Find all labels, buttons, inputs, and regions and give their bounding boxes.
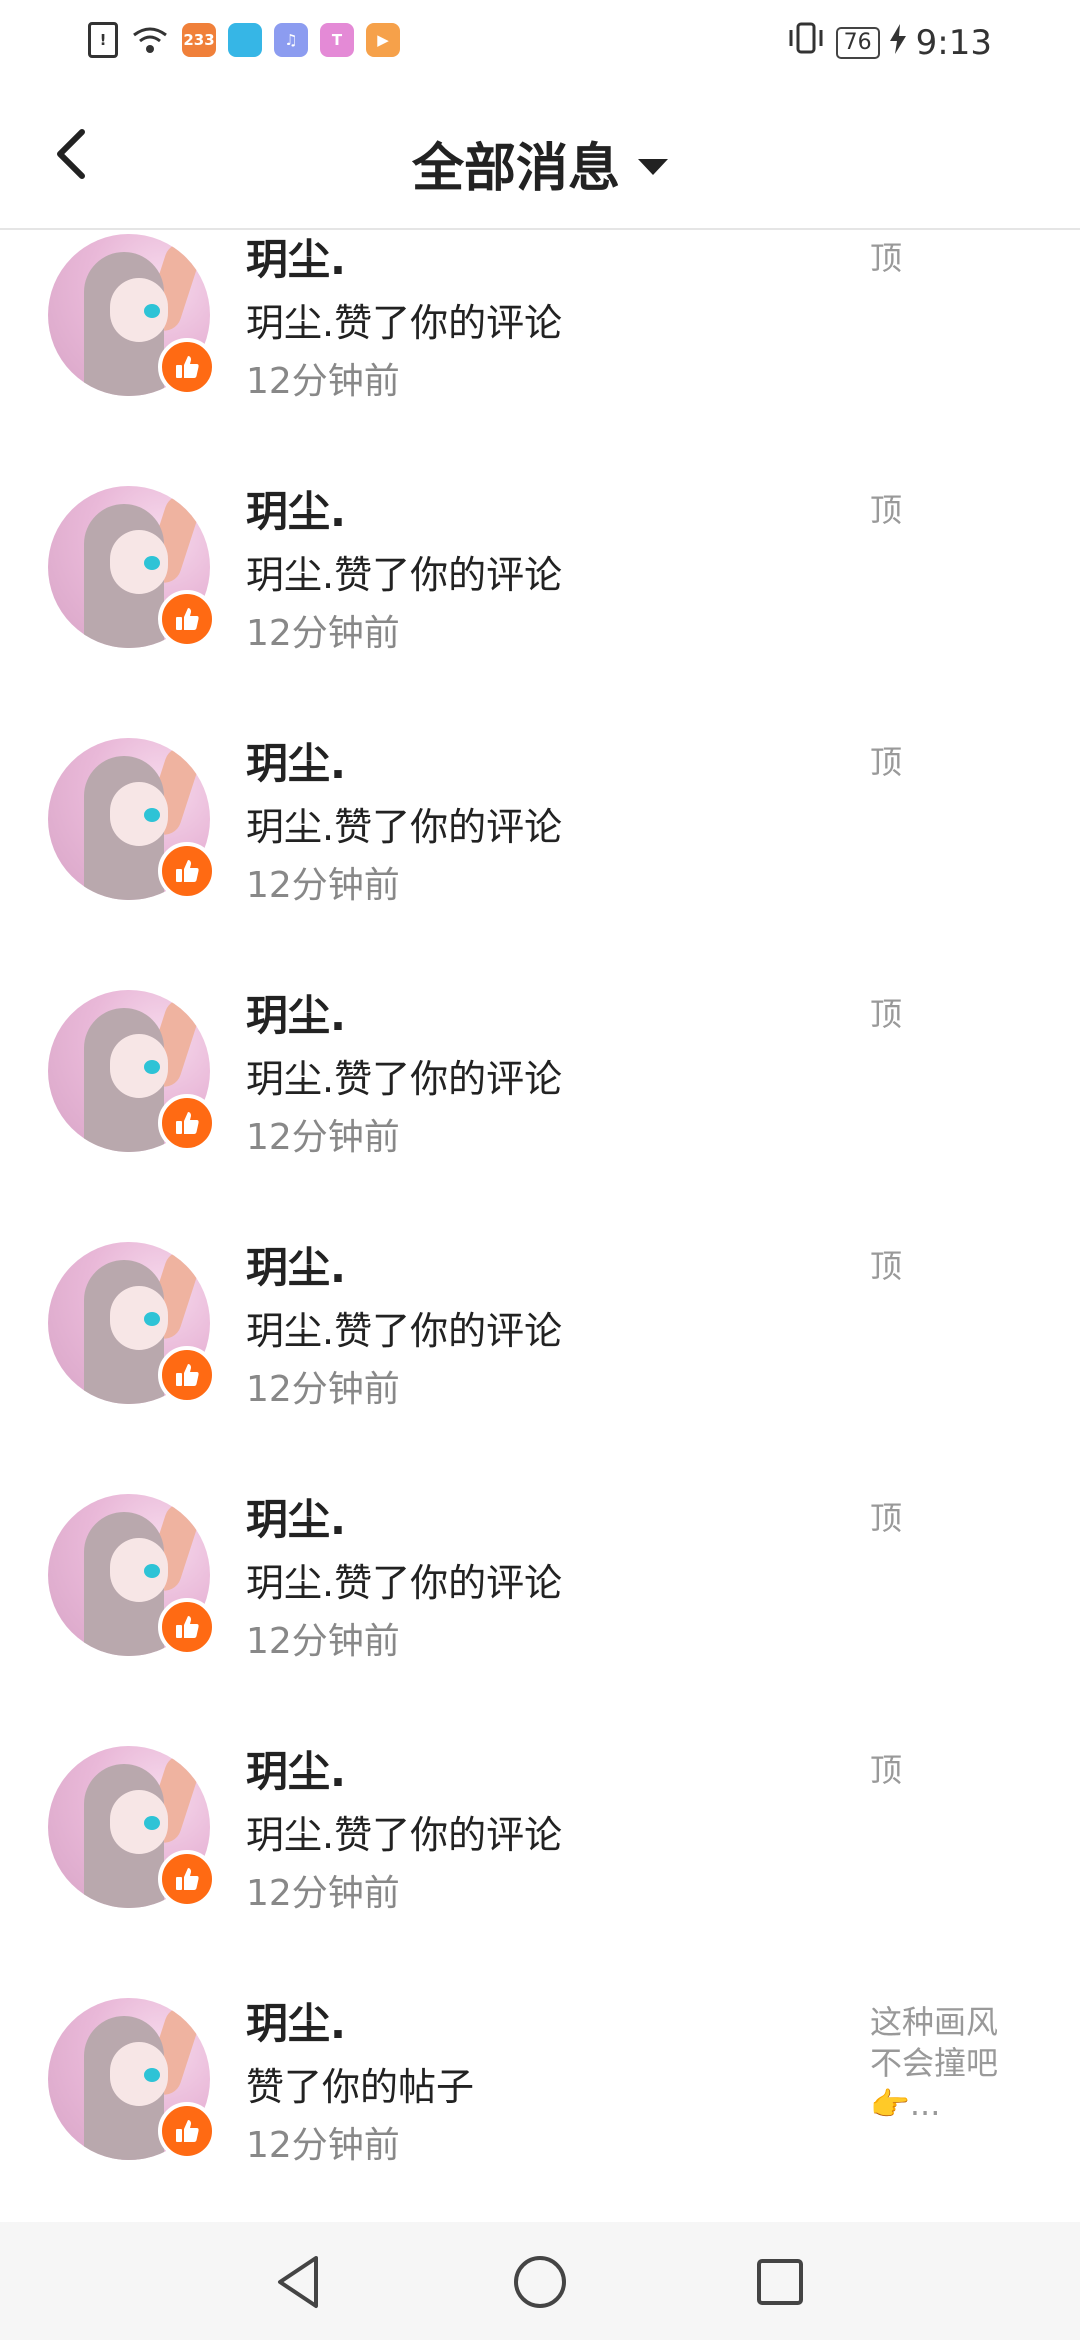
message-timestamp: 12分钟前 bbox=[246, 1117, 400, 1158]
message-timestamp: 12分钟前 bbox=[246, 1621, 400, 1662]
related-content-preview[interactable]: 顶 bbox=[870, 490, 1020, 531]
message-action-text: 玥尘.赞了你的评论 bbox=[246, 301, 563, 345]
thumbs-up-icon bbox=[158, 1598, 216, 1656]
message-item[interactable]: 玥尘. 赞了你的帖子 12分钟前 这种画风不会撞吧👉... bbox=[0, 1992, 1080, 2222]
video-app-icon: ▶ bbox=[366, 23, 400, 57]
thumbs-up-icon bbox=[158, 1346, 216, 1404]
nav-recents-button[interactable] bbox=[750, 2252, 810, 2312]
message-timestamp: 12分钟前 bbox=[246, 361, 400, 402]
sender-name[interactable]: 玥尘. bbox=[246, 1234, 346, 1295]
related-content-preview[interactable]: 顶 bbox=[870, 238, 1020, 279]
message-action-text: 玥尘.赞了你的评论 bbox=[246, 1057, 563, 1101]
thumbs-up-icon bbox=[158, 2102, 216, 2160]
related-content-preview[interactable]: 顶 bbox=[870, 1498, 1020, 1539]
vibrate-icon bbox=[786, 20, 826, 65]
charging-icon bbox=[889, 23, 906, 63]
wifi-icon bbox=[130, 23, 170, 57]
sender-name[interactable]: 玥尘. bbox=[246, 228, 346, 287]
message-action-text: 玥尘.赞了你的评论 bbox=[246, 553, 563, 597]
sender-name[interactable]: 玥尘. bbox=[246, 982, 346, 1043]
sender-name[interactable]: 玥尘. bbox=[246, 730, 346, 791]
circle-home-icon bbox=[514, 2256, 566, 2308]
shield-app-icon bbox=[228, 23, 262, 57]
sender-name[interactable]: 玥尘. bbox=[246, 1486, 346, 1547]
nav-home-button[interactable] bbox=[510, 2252, 570, 2312]
status-bar-right: 76 9:13 bbox=[786, 20, 992, 65]
related-content-preview[interactable]: 顶 bbox=[870, 742, 1020, 783]
status-icon-label: 233 bbox=[183, 31, 215, 49]
thumbs-up-icon bbox=[158, 590, 216, 648]
sender-name[interactable]: 玥尘. bbox=[246, 1738, 346, 1799]
sender-name[interactable]: 玥尘. bbox=[246, 478, 346, 539]
message-item[interactable]: 玥尘. 玥尘.赞了你的评论 12分钟前 顶 bbox=[0, 228, 1080, 480]
caret-down-icon bbox=[638, 158, 668, 175]
thumbs-up-icon bbox=[158, 338, 216, 396]
notification-alert-icon: ! bbox=[88, 22, 118, 58]
message-filter-dropdown[interactable]: 全部消息 bbox=[0, 126, 1080, 201]
related-content-preview[interactable]: 顶 bbox=[870, 994, 1020, 1035]
thumbs-up-icon bbox=[158, 842, 216, 900]
message-item[interactable]: 玥尘. 玥尘.赞了你的评论 12分钟前 顶 bbox=[0, 1740, 1080, 1992]
message-list[interactable]: 玥尘. 玥尘.赞了你的评论 12分钟前顶玥尘. 玥尘.赞了你的评论 12分钟前顶玥尘. 玥… bbox=[0, 228, 1080, 2222]
battery-level: 76 bbox=[835, 26, 880, 59]
header: 全部消息 bbox=[0, 84, 1080, 230]
status-bar-app-icons: ! 233 ♫ T ▶ bbox=[88, 22, 400, 58]
message-action-text: 玥尘.赞了你的评论 bbox=[246, 805, 563, 849]
nav-back-button[interactable] bbox=[270, 2252, 330, 2312]
status-icon-label: ! bbox=[99, 31, 107, 49]
system-nav-bar bbox=[0, 2222, 1080, 2340]
message-action-text: 玥尘.赞了你的评论 bbox=[246, 1813, 563, 1857]
message-item[interactable]: 玥尘. 玥尘.赞了你的评论 12分钟前 顶 bbox=[0, 1236, 1080, 1488]
message-item[interactable]: 玥尘. 玥尘.赞了你的评论 12分钟前 顶 bbox=[0, 732, 1080, 984]
status-time: 9:13 bbox=[915, 22, 992, 63]
page-title: 全部消息 bbox=[411, 139, 620, 199]
related-content-preview[interactable]: 顶 bbox=[870, 1246, 1020, 1287]
sender-name[interactable]: 玥尘. bbox=[246, 1990, 346, 2051]
related-content-preview[interactable]: 顶 bbox=[870, 1750, 1020, 1791]
app-233-icon: 233 bbox=[182, 23, 216, 57]
related-content-preview[interactable]: 这种画风不会撞吧👉... bbox=[870, 2002, 1020, 2125]
status-icon-label: ▶ bbox=[377, 31, 389, 49]
status-icon-label: ♫ bbox=[284, 31, 298, 49]
status-icon-label: T bbox=[331, 31, 343, 49]
square-recents-icon bbox=[757, 2259, 803, 2305]
message-timestamp: 12分钟前 bbox=[246, 865, 400, 906]
message-item[interactable]: 玥尘. 玥尘.赞了你的评论 12分钟前 顶 bbox=[0, 984, 1080, 1236]
colorful-app-icon: T bbox=[320, 23, 354, 57]
message-timestamp: 12分钟前 bbox=[246, 613, 400, 654]
message-item[interactable]: 玥尘. 玥尘.赞了你的评论 12分钟前 顶 bbox=[0, 480, 1080, 732]
message-action-text: 玥尘.赞了你的评论 bbox=[246, 1561, 563, 1605]
triangle-back-icon bbox=[278, 2256, 318, 2308]
message-action-text: 玥尘.赞了你的评论 bbox=[246, 1309, 563, 1353]
message-timestamp: 12分钟前 bbox=[246, 1873, 400, 1914]
music-app-icon: ♫ bbox=[274, 23, 308, 57]
thumbs-up-icon bbox=[158, 1850, 216, 1908]
message-timestamp: 12分钟前 bbox=[246, 1369, 400, 1410]
message-item[interactable]: 玥尘. 玥尘.赞了你的评论 12分钟前 顶 bbox=[0, 1488, 1080, 1740]
message-timestamp: 12分钟前 bbox=[246, 2125, 400, 2166]
status-bar: ! 233 ♫ T ▶ 76 9:13 bbox=[0, 0, 1080, 84]
thumbs-up-icon bbox=[158, 1094, 216, 1152]
message-action-text: 赞了你的帖子 bbox=[246, 2065, 475, 2109]
